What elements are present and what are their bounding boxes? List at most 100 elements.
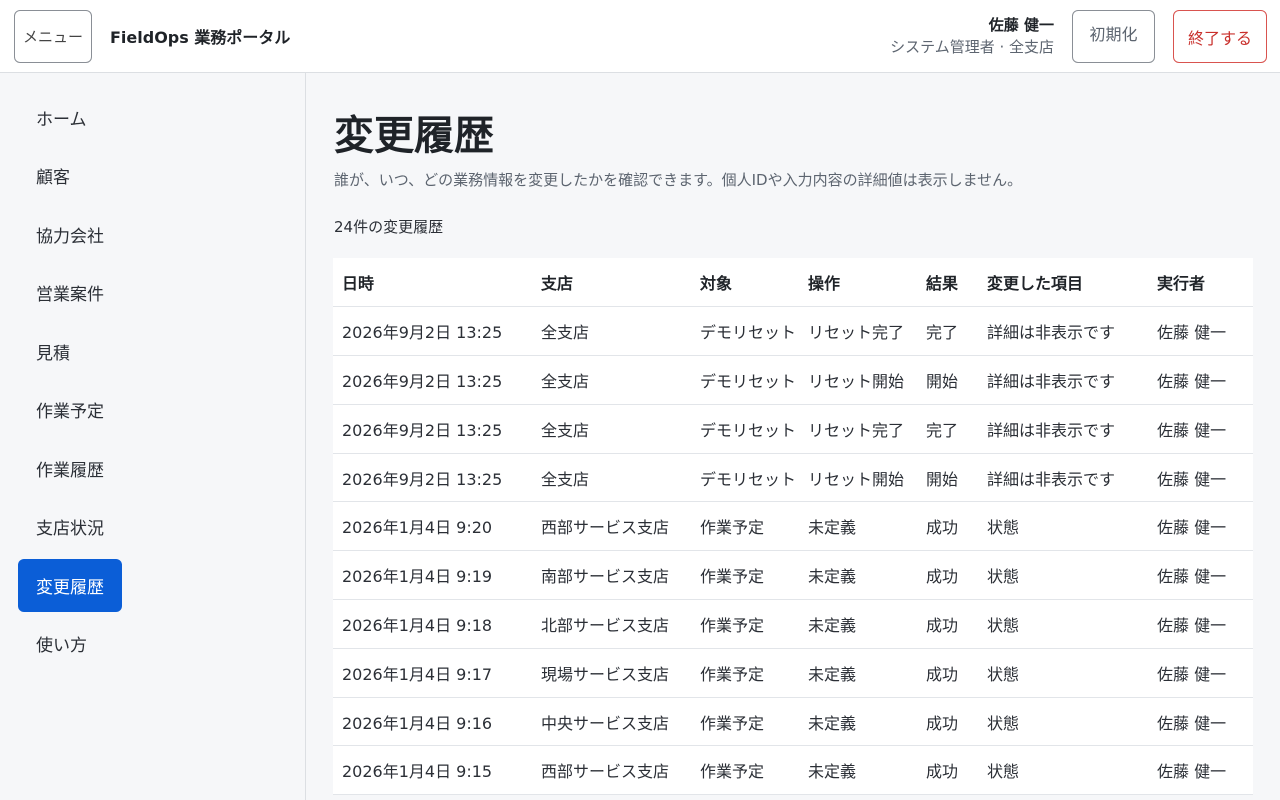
cell-branch: 西部サービス支店 bbox=[532, 501, 691, 552]
table-row: 2026年9月2日 13:25 全支店 デモリセット リセット開始 開始 詳細は非表示です… bbox=[333, 355, 1253, 405]
user-info: 佐藤 健一 システム管理者 · 全支店 bbox=[890, 14, 1054, 58]
cell-datetime: 2026年1月4日 9:19 bbox=[333, 550, 532, 601]
reset-button[interactable]: 初期化 bbox=[1072, 10, 1155, 63]
table-row: 2026年1月4日 9:19 南部サービス支店 作業予定 未定義 成功 状態 佐藤 健一 bbox=[333, 550, 1253, 601]
cell-changed-fields: 詳細は非表示です bbox=[978, 404, 1148, 454]
cell-target: デモリセット bbox=[691, 355, 799, 405]
cell-executor: 佐藤 健一 bbox=[1148, 599, 1253, 649]
sidebar-item-work-schedule[interactable]: 作業予定 bbox=[18, 383, 122, 436]
table-row: 2026年9月2日 13:25 全支店 デモリセット リセット開始 開始 詳細は非表示です… bbox=[333, 453, 1253, 503]
end-session-button[interactable]: 終了する bbox=[1173, 10, 1267, 63]
cell-branch: 西部サービス支店 bbox=[532, 745, 691, 796]
cell-branch: 全支店 bbox=[532, 355, 691, 405]
cell-datetime: 2026年1月4日 9:18 bbox=[333, 599, 532, 649]
cell-branch: 南部サービス支店 bbox=[532, 550, 691, 601]
sidebar-item-home[interactable]: ホーム bbox=[18, 91, 105, 144]
cell-executor: 佐藤 健一 bbox=[1148, 404, 1253, 454]
cell-operation: リセット完了 bbox=[799, 306, 917, 357]
cell-datetime: 2026年1月4日 9:17 bbox=[333, 648, 532, 698]
column-header-result: 結果 bbox=[917, 258, 978, 308]
user-name: 佐藤 健一 bbox=[988, 16, 1054, 34]
app-title: FieldOps 業務ポータル bbox=[110, 28, 291, 47]
cell-operation: 未定義 bbox=[799, 648, 917, 698]
cell-operation: 未定義 bbox=[799, 697, 917, 747]
cell-target: デモリセット bbox=[691, 404, 799, 454]
table-row: 2026年1月4日 9:17 現場サービス支店 作業予定 未定義 成功 状態 佐藤 健一 bbox=[333, 648, 1253, 698]
cell-operation: 未定義 bbox=[799, 550, 917, 601]
sidebar-item-work-history[interactable]: 作業履歴 bbox=[18, 442, 122, 495]
table-header-row: 日時 支店 対象 操作 結果 変更した項目 実行者 bbox=[333, 258, 1253, 308]
table-row: 2026年1月4日 9:16 中央サービス支店 作業予定 未定義 成功 状態 佐藤 健一 bbox=[333, 697, 1253, 747]
cell-target: 作業予定 bbox=[691, 599, 799, 649]
column-header-target: 対象 bbox=[691, 258, 799, 308]
cell-datetime: 2026年9月2日 13:25 bbox=[333, 306, 532, 357]
sidebar-item-quotes[interactable]: 見積 bbox=[18, 325, 88, 378]
record-count: 24件の変更履歴 bbox=[334, 218, 444, 236]
sidebar: ホーム 顧客 協力会社 営業案件 見積 作業予定 作業履歴 支店状況 変更履歴 … bbox=[0, 73, 306, 800]
cell-changed-fields: 状態 bbox=[978, 550, 1148, 601]
table-row: 2026年1月4日 9:20 西部サービス支店 作業予定 未定義 成功 状態 佐藤 健一 bbox=[333, 501, 1253, 552]
sidebar-item-partners[interactable]: 協力会社 bbox=[18, 208, 122, 261]
cell-result: 成功 bbox=[917, 501, 978, 552]
cell-target: 作業予定 bbox=[691, 648, 799, 698]
cell-datetime: 2026年9月2日 13:25 bbox=[333, 453, 532, 503]
sidebar-item-change-history[interactable]: 変更履歴 bbox=[18, 559, 122, 612]
cell-result: 成功 bbox=[917, 599, 978, 649]
top-bar: メニュー FieldOps 業務ポータル 佐藤 健一 システム管理者 · 全支店… bbox=[0, 0, 1280, 73]
cell-branch: 全支店 bbox=[532, 306, 691, 357]
cell-result: 成功 bbox=[917, 648, 978, 698]
user-role: システム管理者 · 全支店 bbox=[890, 38, 1054, 56]
cell-target: 作業予定 bbox=[691, 745, 799, 796]
cell-target: 作業予定 bbox=[691, 501, 799, 552]
cell-executor: 佐藤 健一 bbox=[1148, 550, 1253, 601]
page-title: 変更履歴 bbox=[334, 113, 494, 159]
history-table: 日時 支店 対象 操作 結果 変更した項目 実行者 2026年9月2日 13:2… bbox=[333, 258, 1253, 796]
cell-operation: リセット開始 bbox=[799, 355, 917, 405]
sidebar-item-customers[interactable]: 顧客 bbox=[18, 149, 88, 202]
cell-result: 完了 bbox=[917, 306, 978, 357]
cell-result: 開始 bbox=[917, 453, 978, 503]
cell-datetime: 2026年9月2日 13:25 bbox=[333, 404, 532, 454]
cell-result: 完了 bbox=[917, 404, 978, 454]
cell-operation: 未定義 bbox=[799, 745, 917, 796]
cell-result: 成功 bbox=[917, 745, 978, 796]
cell-operation: 未定義 bbox=[799, 599, 917, 649]
cell-changed-fields: 状態 bbox=[978, 501, 1148, 552]
cell-branch: 中央サービス支店 bbox=[532, 697, 691, 747]
cell-datetime: 2026年1月4日 9:20 bbox=[333, 501, 532, 552]
sidebar-item-branch-status[interactable]: 支店状況 bbox=[18, 500, 122, 553]
column-header-datetime: 日時 bbox=[333, 258, 532, 308]
cell-executor: 佐藤 健一 bbox=[1148, 453, 1253, 503]
cell-changed-fields: 状態 bbox=[978, 697, 1148, 747]
cell-datetime: 2026年9月2日 13:25 bbox=[333, 355, 532, 405]
table-row: 2026年9月2日 13:25 全支店 デモリセット リセット完了 完了 詳細は非表示です… bbox=[333, 404, 1253, 454]
cell-executor: 佐藤 健一 bbox=[1148, 648, 1253, 698]
main-content: 変更履歴 誰が、いつ、どの業務情報を変更したかを確認できます。個人IDや入力内容… bbox=[306, 73, 1280, 800]
sidebar-item-deals[interactable]: 営業案件 bbox=[18, 266, 122, 319]
cell-changed-fields: 詳細は非表示です bbox=[978, 453, 1148, 503]
cell-result: 成功 bbox=[917, 697, 978, 747]
cell-executor: 佐藤 健一 bbox=[1148, 355, 1253, 405]
cell-target: 作業予定 bbox=[691, 550, 799, 601]
sidebar-item-help[interactable]: 使い方 bbox=[18, 617, 105, 670]
cell-branch: 現場サービス支店 bbox=[532, 648, 691, 698]
cell-branch: 北部サービス支店 bbox=[532, 599, 691, 649]
column-header-operation: 操作 bbox=[799, 258, 917, 308]
cell-executor: 佐藤 健一 bbox=[1148, 306, 1253, 357]
cell-changed-fields: 状態 bbox=[978, 648, 1148, 698]
cell-changed-fields: 詳細は非表示です bbox=[978, 355, 1148, 405]
cell-datetime: 2026年1月4日 9:15 bbox=[333, 745, 532, 796]
cell-result: 開始 bbox=[917, 355, 978, 405]
column-header-branch: 支店 bbox=[532, 258, 691, 308]
cell-operation: リセット完了 bbox=[799, 404, 917, 454]
cell-changed-fields: 状態 bbox=[978, 599, 1148, 649]
history-table-body: 2026年9月2日 13:25 全支店 デモリセット リセット完了 完了 詳細は非表示です… bbox=[333, 306, 1253, 796]
cell-target: デモリセット bbox=[691, 453, 799, 503]
cell-branch: 全支店 bbox=[532, 404, 691, 454]
table-row: 2026年9月2日 13:25 全支店 デモリセット リセット完了 完了 詳細は非表示です… bbox=[333, 306, 1253, 357]
table-row: 2026年1月4日 9:15 西部サービス支店 作業予定 未定義 成功 状態 佐藤 健一 bbox=[333, 745, 1253, 796]
cell-result: 成功 bbox=[917, 550, 978, 601]
cell-executor: 佐藤 健一 bbox=[1148, 501, 1253, 552]
menu-button[interactable]: メニュー bbox=[14, 10, 92, 63]
cell-executor: 佐藤 健一 bbox=[1148, 697, 1253, 747]
